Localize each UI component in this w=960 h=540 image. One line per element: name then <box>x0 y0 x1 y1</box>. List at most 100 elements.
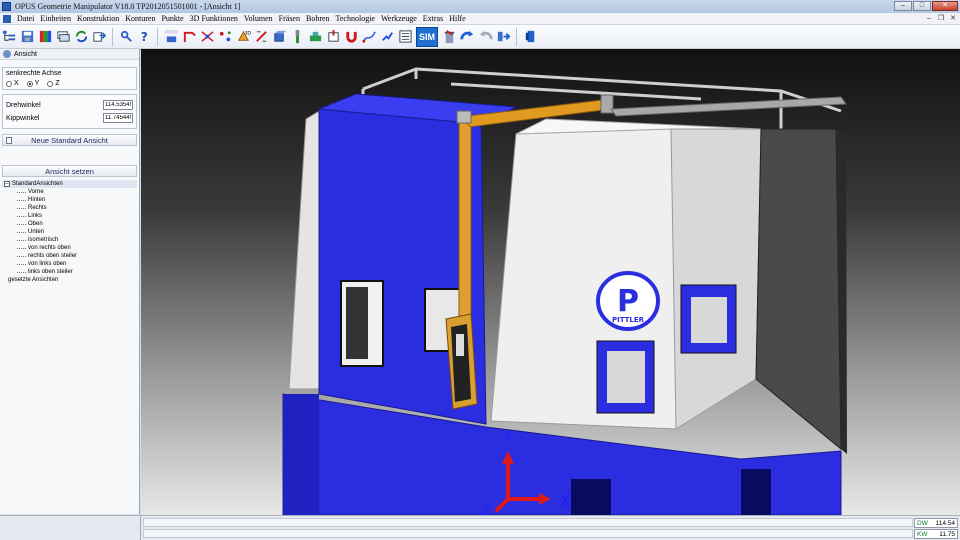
window-title: OPUS Geometrie Manipulator V18.0 TP20120… <box>15 2 241 11</box>
wrench-icon[interactable] <box>118 28 134 46</box>
contour-icon[interactable] <box>181 28 197 46</box>
toolbar-group-file <box>0 28 108 46</box>
vertical-axis-title: senkrechte Achse <box>6 70 62 77</box>
axis-radio-x[interactable]: X <box>6 80 19 87</box>
menu-extras[interactable]: Extras <box>420 14 446 23</box>
3d-icon[interactable]: 3D <box>235 28 251 46</box>
color-palette-icon[interactable] <box>37 28 53 46</box>
set-view-button[interactable]: Ansicht setzen <box>2 165 137 177</box>
tree-item-rechts[interactable]: Rechts <box>2 204 137 212</box>
main-toolbar: ? 3D SIM <box>0 25 960 49</box>
logo-letter: P <box>617 284 639 319</box>
machine-model: P PITTLER X Y Z <box>282 67 847 515</box>
menu-einheiten[interactable]: Einheiten <box>37 14 74 23</box>
close-button[interactable]: ✕ <box>932 1 958 11</box>
save-icon[interactable] <box>19 28 35 46</box>
radio-z-indicator[interactable] <box>47 80 54 87</box>
tree-item-isometrisch[interactable]: isometrisch <box>2 236 137 244</box>
axis-y-label: Y <box>504 430 513 444</box>
drill-icon[interactable] <box>325 28 341 46</box>
kippwinkel-row: Kippwinkel <box>6 113 133 123</box>
point-grid-icon[interactable] <box>163 28 179 46</box>
undo-arrow-icon[interactable] <box>477 28 493 46</box>
tree-item-von-links-oben[interactable]: von links oben <box>2 260 137 268</box>
mdi-close-button[interactable]: ✕ <box>948 14 958 23</box>
new-standard-view-button[interactable]: Neue Standard Ansicht <box>2 134 137 146</box>
tree-root-standard[interactable]: – StandardAnsichten <box>2 180 137 188</box>
transfer-icon[interactable] <box>495 28 511 46</box>
toolbar-separator <box>112 27 113 46</box>
tree-item-vorne[interactable]: Vorne <box>2 188 137 196</box>
radio-y-indicator[interactable] <box>26 80 33 87</box>
delete-icon[interactable] <box>441 28 457 46</box>
export-icon[interactable] <box>91 28 107 46</box>
layers-icon[interactable] <box>55 28 71 46</box>
menu-hilfe[interactable]: Hilfe <box>446 14 468 23</box>
exit-door-icon[interactable] <box>522 28 538 46</box>
refresh-icon[interactable] <box>73 28 89 46</box>
drehwinkel-label: Drehwinkel <box>6 101 41 109</box>
menu-punkte[interactable]: Punkte <box>158 14 186 23</box>
toolbar-group-construction: 3D <box>162 28 414 46</box>
menu-fraesen[interactable]: Fräsen <box>276 14 303 23</box>
volume-icon[interactable] <box>271 28 287 46</box>
tree-item-links-oben-steiler[interactable]: links oben steiler <box>2 268 137 276</box>
new-standard-view-label: Neue Standard Ansicht <box>31 135 108 145</box>
svg-text:?: ? <box>140 30 147 44</box>
radio-x-indicator[interactable] <box>6 80 12 87</box>
menu-volumen[interactable]: Volumen <box>241 14 276 23</box>
tree-item-von-rechts-oben[interactable]: von rechts oben <box>2 244 137 252</box>
menu-bohren[interactable]: Bohren <box>303 14 333 23</box>
menu-konturen[interactable]: Konturen <box>122 14 158 23</box>
tree-root-set-views[interactable]: gesetzte Ansichten <box>2 276 137 284</box>
kw-value: 11.75 <box>939 530 955 538</box>
measure-icon[interactable] <box>253 28 269 46</box>
3d-viewport[interactable]: P PITTLER X Y Z <box>141 49 960 515</box>
dw-readout: DW 114.54 <box>914 518 958 528</box>
tree-view-icon[interactable] <box>1 28 17 46</box>
simulation-button[interactable]: SIM <box>416 26 438 47</box>
points-icon[interactable] <box>217 28 233 46</box>
mdi-minimize-button[interactable]: – <box>924 14 934 23</box>
path-icon[interactable] <box>361 28 377 46</box>
magnet-icon[interactable] <box>343 28 359 46</box>
menu-technologie[interactable]: Technologie <box>333 14 378 23</box>
menu-datei[interactable]: Datei <box>14 14 37 23</box>
intersect-icon[interactable] <box>199 28 215 46</box>
tree-item-unten[interactable]: Unten <box>2 228 137 236</box>
tree-item-hinten[interactable]: Hinten <box>2 196 137 204</box>
title-bar: OPUS Geometrie Manipulator V18.0 TP20120… <box>0 0 960 13</box>
toolbar-separator <box>516 27 517 46</box>
mdi-restore-button[interactable]: ❐ <box>936 14 946 23</box>
collapse-icon[interactable]: – <box>4 181 10 187</box>
document-icon[interactable] <box>3 14 11 23</box>
maximize-button[interactable]: □ <box>913 1 931 11</box>
redo-arrow-icon[interactable] <box>459 28 475 46</box>
menu-3d-funktionen[interactable]: 3D Funktionen <box>187 14 241 23</box>
menu-werkzeuge[interactable]: Werkzeuge <box>378 14 420 23</box>
help-icon[interactable]: ? <box>136 28 152 46</box>
nc-list-icon[interactable] <box>397 28 413 46</box>
kw-readout: KW 11.75 <box>914 529 958 539</box>
tree-item-links[interactable]: Links <box>2 212 137 220</box>
axis-radio-row: X Y Z <box>6 80 133 87</box>
left-status-area <box>0 515 141 540</box>
toolbar-group-help: ? <box>117 28 153 46</box>
milling-icon[interactable] <box>307 28 323 46</box>
drehwinkel-input[interactable] <box>103 100 133 110</box>
tool-icon[interactable] <box>289 28 305 46</box>
kippwinkel-input[interactable] <box>103 113 133 123</box>
tool-path-icon[interactable] <box>379 28 395 46</box>
axis-radio-z[interactable]: Z <box>47 80 60 87</box>
app-icon <box>2 2 11 11</box>
axis-radio-y[interactable]: Y <box>26 80 39 87</box>
status-message-line1 <box>143 518 913 527</box>
pittler-logo: P PITTLER <box>596 271 660 331</box>
tree-item-oben[interactable]: Oben <box>2 220 137 228</box>
toolbar-separator <box>157 27 158 46</box>
set-view-label: Ansicht setzen <box>45 166 94 176</box>
menu-konstruktion[interactable]: Konstruktion <box>74 14 122 23</box>
minimize-button[interactable]: – <box>894 1 912 11</box>
tree-item-rechts-oben-steiler[interactable]: rechts oben steiler <box>2 252 137 260</box>
radio-z-label: Z <box>55 80 60 87</box>
